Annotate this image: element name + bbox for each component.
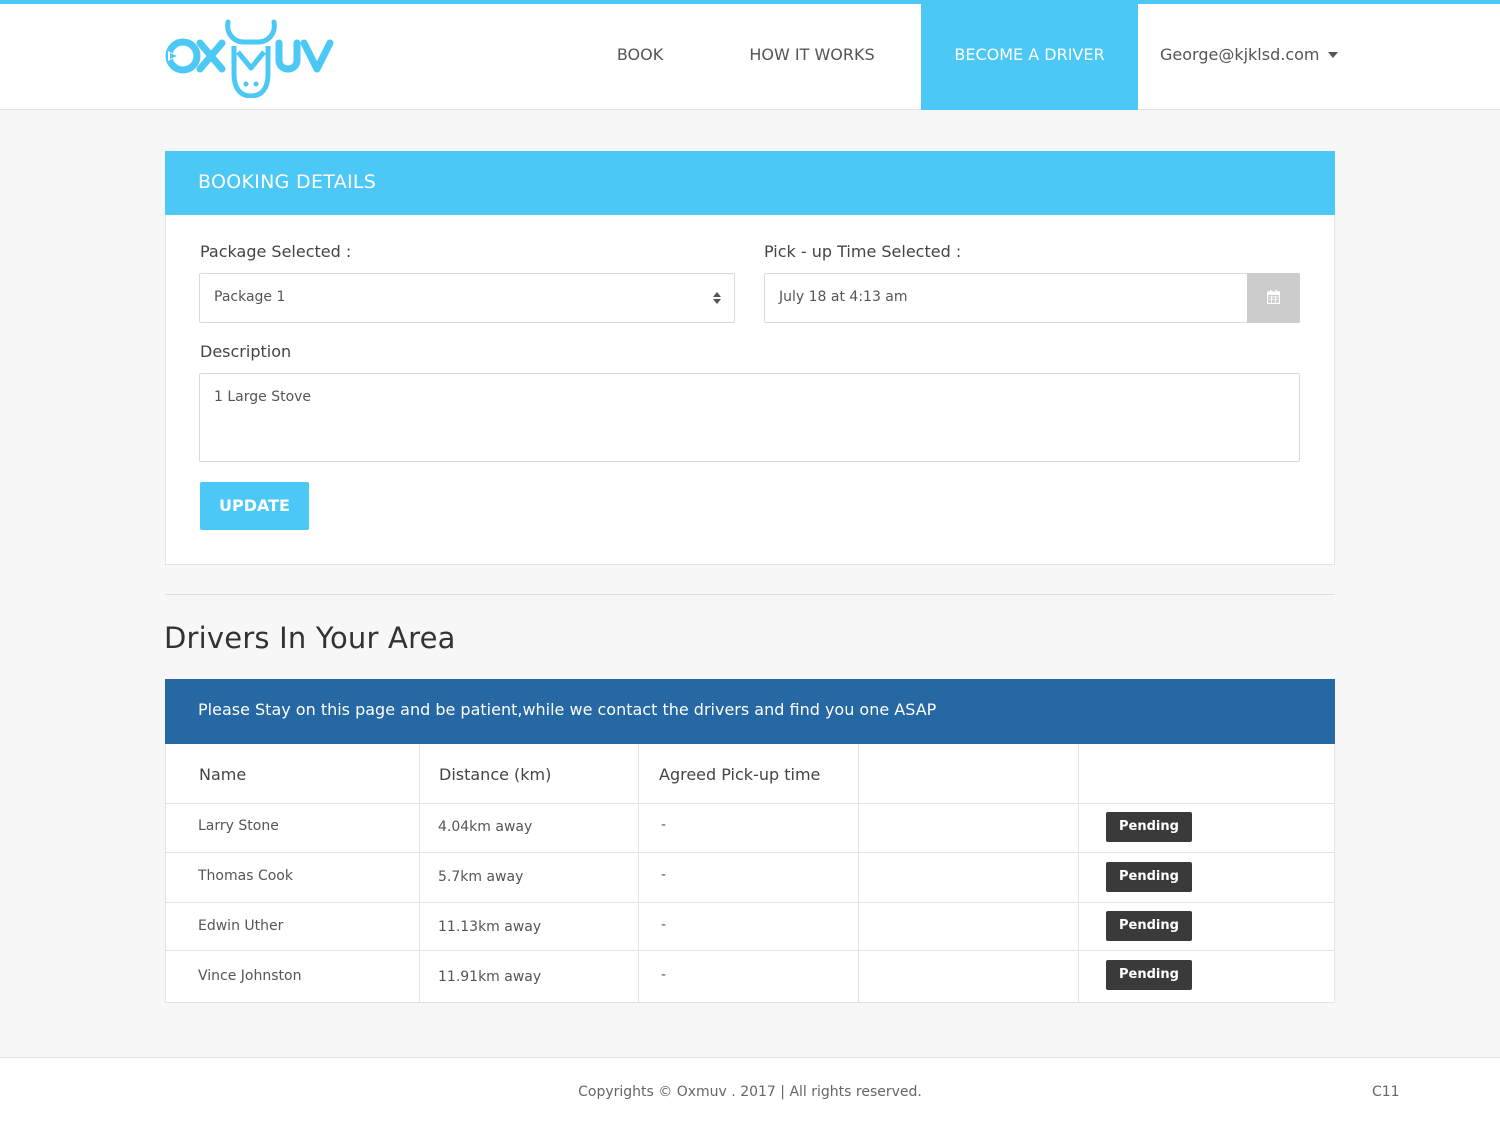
section-divider	[165, 594, 1335, 595]
column-header-distance: Distance (km)	[439, 765, 552, 784]
site-header: BOOK HOW IT WORKS BECOME A DRIVER George…	[0, 4, 1500, 110]
row-divider	[166, 803, 1334, 804]
column-divider	[638, 744, 639, 1003]
driver-pickup-time: -	[661, 817, 667, 833]
row-divider	[166, 950, 1334, 951]
drivers-section-title: Drivers In Your Area	[164, 621, 456, 655]
nav-how-it-works[interactable]: HOW IT WORKS	[742, 4, 882, 110]
driver-name: Thomas Cook	[198, 868, 293, 884]
notice-text: Please Stay on this page and be patient,…	[198, 700, 937, 719]
driver-distance: 4.04km away	[438, 819, 533, 835]
footer-code: C11	[1372, 1084, 1400, 1100]
driver-pickup-time: -	[661, 867, 667, 883]
package-select[interactable]: Package 1	[199, 273, 735, 323]
column-header-pickup-time: Agreed Pick-up time	[659, 765, 821, 784]
calendar-icon	[1267, 290, 1280, 304]
caret-down-icon	[1327, 51, 1338, 58]
status-badge[interactable]: Pending	[1106, 812, 1192, 842]
booking-details-panel: BOOKING DETAILS Package Selected : Packa…	[165, 151, 1335, 565]
row-divider	[166, 902, 1334, 903]
nav-become-a-driver[interactable]: BECOME A DRIVER	[921, 4, 1138, 110]
user-email: George@kjklsd.com	[1160, 45, 1320, 64]
description-textarea[interactable]: 1 Large Stove	[199, 373, 1300, 462]
status-badge[interactable]: Pending	[1106, 911, 1192, 941]
driver-name: Edwin Uther	[198, 918, 284, 934]
panel-header: BOOKING DETAILS	[165, 151, 1335, 215]
column-divider	[419, 744, 420, 1003]
copyright-text: Copyrights © Oxmuv . 2017 | All rights r…	[578, 1084, 922, 1100]
driver-name: Larry Stone	[198, 818, 279, 834]
site-footer: Copyrights © Oxmuv . 2017 | All rights r…	[0, 1057, 1500, 1128]
user-menu[interactable]: George@kjklsd.com	[1160, 4, 1340, 110]
row-divider	[166, 852, 1334, 853]
driver-pickup-time: -	[661, 917, 667, 933]
package-label: Package Selected :	[200, 242, 352, 261]
oxmuv-logo[interactable]	[164, 18, 336, 98]
package-select-value: Package 1	[214, 289, 286, 305]
status-badge[interactable]: Pending	[1106, 862, 1192, 892]
driver-pickup-time: -	[661, 967, 667, 983]
driver-name: Vince Johnston	[198, 968, 302, 984]
description-label: Description	[200, 342, 292, 361]
drivers-table: Please Stay on this page and be patient,…	[165, 679, 1335, 1003]
driver-distance: 11.91km away	[438, 969, 542, 985]
panel-title: BOOKING DETAILS	[198, 171, 377, 193]
pickup-label: Pick - up Time Selected :	[764, 242, 962, 261]
column-divider	[1078, 744, 1079, 1003]
driver-distance: 5.7km away	[438, 869, 524, 885]
driver-distance: 11.13km away	[438, 919, 542, 935]
pickup-time-input[interactable]: July 18 at 4:13 am	[764, 273, 1300, 323]
column-header-name: Name	[199, 765, 247, 784]
calendar-button[interactable]	[1247, 273, 1300, 323]
status-badge[interactable]: Pending	[1106, 960, 1192, 990]
sort-arrows-icon	[713, 292, 721, 304]
column-divider	[858, 744, 859, 1003]
nav-book[interactable]: BOOK	[598, 4, 682, 110]
update-button[interactable]: UPDATE	[200, 482, 309, 530]
notice-banner: Please Stay on this page and be patient,…	[165, 679, 1335, 744]
description-value: 1 Large Stove	[214, 389, 312, 405]
pickup-time-value: July 18 at 4:13 am	[779, 289, 908, 305]
